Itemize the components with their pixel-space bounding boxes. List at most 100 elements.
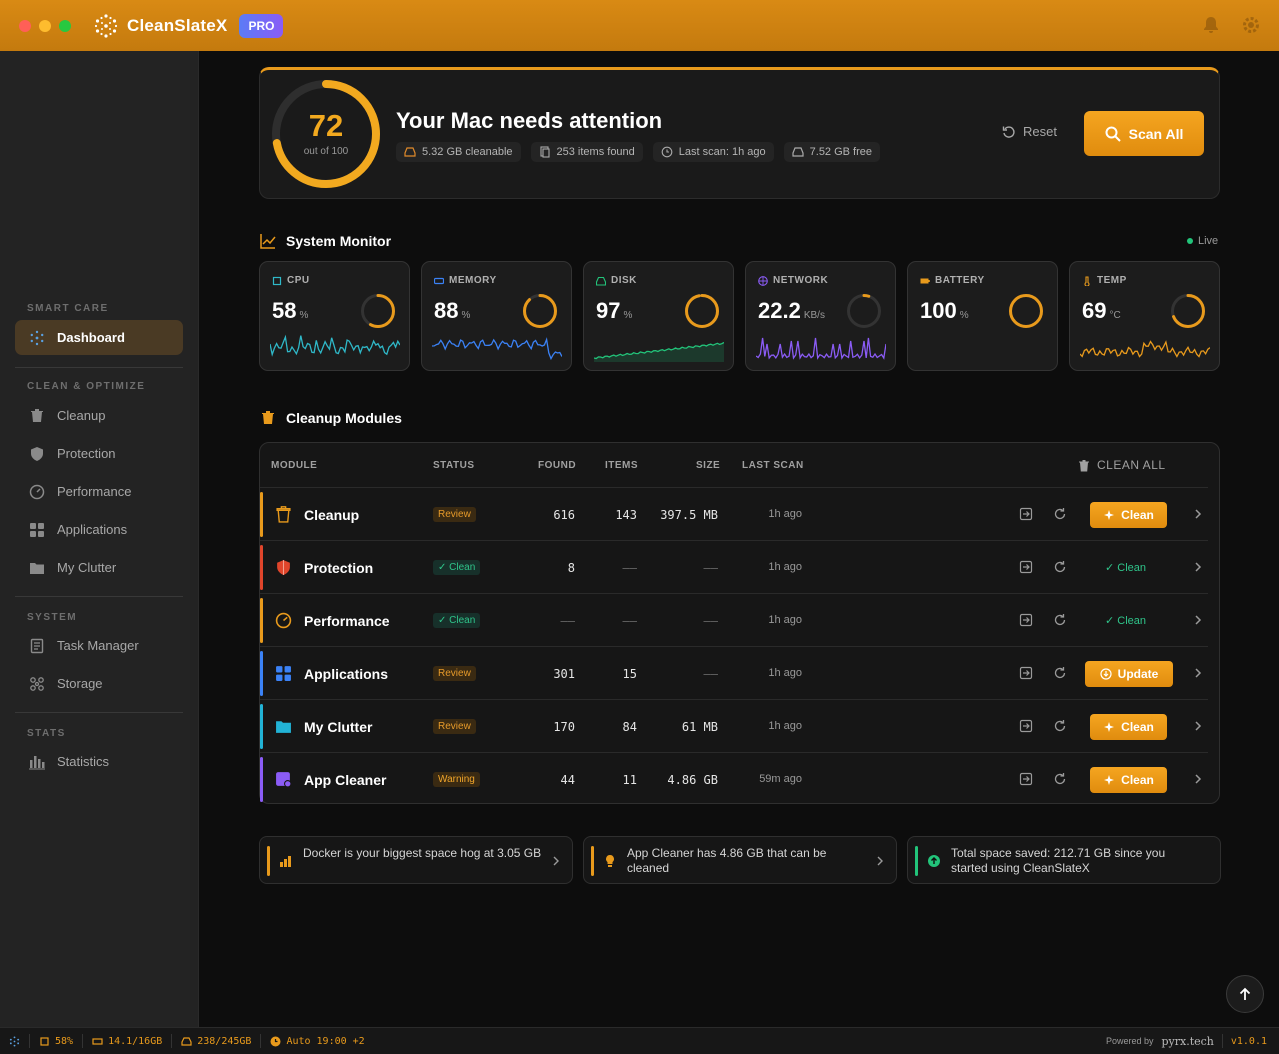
sidebar-item-protection[interactable]: Protection [15,436,183,471]
status-badge: Review [433,666,476,681]
metric-card-temp[interactable]: TEMP 69 °C [1069,261,1220,371]
sidebar-item-applications[interactable]: Applications [15,512,183,547]
sidebar-item-statistics[interactable]: Statistics [15,744,183,779]
score-caption: out of 100 [303,146,349,157]
open-icon[interactable] [1019,560,1033,574]
status-cpu-value: 58% [55,1035,74,1047]
clean-button[interactable]: Clean [1090,767,1167,793]
metric-label: TEMP [1082,275,1127,286]
clean-all-button[interactable]: CLEAN ALL [1078,458,1166,472]
table-row[interactable]: App Cleaner Warning 44 11 4.86 GB 59m ago Clea… [260,752,1208,805]
metric-card-cpu[interactable]: CPU 58% [259,261,410,371]
chevron-right-icon[interactable] [1193,508,1203,520]
chevron-right-icon[interactable] [1193,561,1203,573]
button-label: Clean [1121,773,1154,787]
insight-text: Docker is your biggest space hog at 3.05… [303,846,542,860]
sidebar-item-dashboard[interactable]: Dashboard [15,320,183,355]
row-accent [260,598,263,643]
chevron-right-icon[interactable] [1193,773,1203,785]
refresh-icon[interactable] [1053,666,1067,680]
update-button[interactable]: Update [1085,661,1173,687]
grid-icon [276,666,291,681]
live-indicator: Live [1187,235,1218,247]
status-bar: 58% 14.1/16GB 238/245GB Auto 19:00 +2 Po… [0,1027,1279,1054]
status-badge: Review [433,507,476,522]
storage-icon [30,676,44,691]
table-row[interactable]: My Clutter Review 170 84 61 MB 1h ago Clean [260,699,1208,752]
insight-card[interactable]: App Cleaner has 4.86 GB that can be clea… [583,836,897,884]
metric-card-battery[interactable]: BATTERY 100% [907,261,1058,371]
clean-button[interactable]: Clean [1090,502,1167,528]
sidebar-item-storage[interactable]: Storage [15,666,183,701]
refresh-icon[interactable] [1053,613,1067,627]
memory-icon [434,277,444,284]
cell-last-scan: 1h ago [768,508,802,520]
open-icon[interactable] [1019,666,1033,680]
chevron-right-icon[interactable] [552,855,560,867]
button-label: Clean [1121,508,1154,522]
reset-label: Reset [1023,124,1057,139]
metric-card-disk[interactable]: DISK 97% [583,261,734,371]
metric-value: 100% [920,298,969,323]
sparkle-icon [1104,510,1115,520]
column-header-module: MODULE [271,460,318,471]
open-icon[interactable] [1019,507,1033,521]
status-badge: Warning [433,772,480,787]
cell-items: 143 [615,508,637,522]
minimize-window-button[interactable] [39,19,51,32]
open-icon[interactable] [1019,613,1033,627]
zoom-window-button[interactable] [59,19,71,32]
reset-button[interactable]: Reset [1002,124,1057,139]
logo-icon [30,330,44,345]
column-header-items: ITEMS [605,460,639,471]
metric-card-memory[interactable]: MEMORY 88% [421,261,572,371]
sidebar-item-label: Cleanup [57,408,106,423]
chevron-right-icon[interactable] [1193,614,1203,626]
refresh-icon[interactable] [1053,772,1067,786]
score-value: 72 [308,108,344,143]
status-badge: ✓ Clean [433,613,481,628]
chip-text: 253 items found [556,146,635,158]
chevron-right-icon[interactable] [876,855,884,867]
powered-by-brand[interactable]: pyrx.tech [1161,1035,1213,1048]
table-row[interactable]: Cleanup Review 616 143 397.5 MB 1h ago Clean [260,487,1208,540]
sidebar-item-my-clutter[interactable]: My Clutter [15,550,183,585]
clock-icon [270,1036,281,1046]
insight-card[interactable]: Docker is your biggest space hog at 3.05… [259,836,573,884]
chevron-right-icon[interactable] [1193,720,1203,732]
gauge-icon [275,612,292,629]
metric-label: NETWORK [758,275,828,286]
sidebar-item-task-manager[interactable]: Task Manager [15,628,183,663]
gear-icon[interactable] [1241,15,1261,35]
sparkle-icon [1104,722,1115,732]
refresh-icon[interactable] [1053,719,1067,733]
refresh-icon[interactable] [1053,507,1067,521]
metric-card-network[interactable]: NETWORK 22.2 KB/s [745,261,896,371]
status-disk-value: 238/245GB [197,1035,252,1047]
cell-size: 4.86 GB [667,773,718,787]
open-icon[interactable] [1019,719,1033,733]
cell-last-scan: 1h ago [768,667,802,679]
folder-icon [276,721,291,733]
status-badge: Review [433,719,476,734]
scroll-to-top-button[interactable] [1226,975,1264,1013]
close-window-button[interactable] [19,19,31,32]
metric-ring [1009,294,1043,328]
refresh-icon[interactable] [1053,560,1067,574]
reset-icon [1002,125,1015,138]
sidebar: SMART CARE Dashboard CLEAN & OPTIMIZE Cl… [0,51,199,1027]
metric-sparkline [1080,340,1210,358]
clean-button[interactable]: Clean [1090,714,1167,740]
sidebar-item-label: Performance [57,484,132,499]
sidebar-item-performance[interactable]: Performance [15,474,183,509]
table-row[interactable]: Applications Review 301 15 —— 1h ago Update [260,646,1208,699]
bell-icon[interactable] [1201,15,1221,35]
module-name: Cleanup [304,507,360,523]
chip-last-scan: Last scan: 1h ago [652,142,774,162]
table-row[interactable]: Performance ✓ Clean —— —— —— 1h ago ✓ Clean [260,593,1208,646]
scan-all-button[interactable]: Scan All [1084,111,1204,156]
table-row[interactable]: Protection ✓ Clean 8 —— —— 1h ago ✓ Clean [260,540,1208,593]
open-icon[interactable] [1019,772,1033,786]
chevron-right-icon[interactable] [1193,667,1203,679]
sidebar-item-cleanup[interactable]: Cleanup [15,398,183,433]
